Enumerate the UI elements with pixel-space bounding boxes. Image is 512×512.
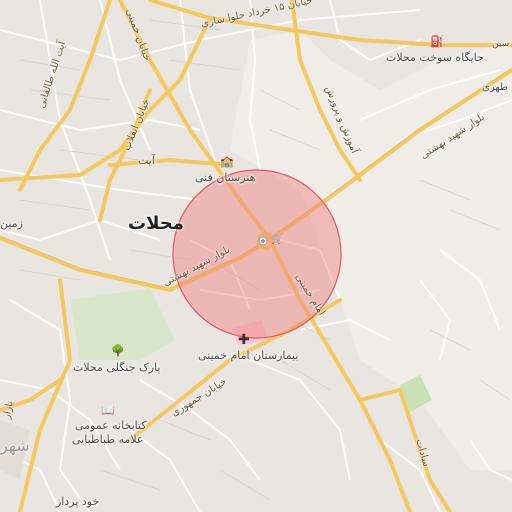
shahr-fragment: شهر — [0, 436, 30, 455]
shop-icon[interactable]: 🛒 — [271, 234, 283, 246]
sin-fragment: سین — [492, 39, 510, 49]
khod-pardaz-label[interactable]: خود پرداز — [56, 496, 99, 508]
city-label: محلات — [128, 213, 184, 234]
school-icon[interactable]: 🏫 — [220, 156, 234, 168]
hospital-label[interactable]: بیمارستان امام خمینی — [198, 350, 298, 362]
park-label[interactable]: پارک جنگلی محلات — [73, 362, 160, 374]
gas-station-label[interactable]: جایگاه سوخت محلات — [386, 52, 484, 64]
library-label-line2[interactable]: علامه طباطبایی — [72, 434, 144, 446]
library-icon[interactable]: 📖 — [101, 405, 115, 417]
library-label-line1[interactable]: کتابخانه عمومی — [75, 420, 147, 432]
hospital-icon[interactable]: ✚ — [238, 333, 250, 347]
park-tree-icon[interactable]: 🌳 — [111, 345, 125, 357]
ayat-label: آیت — [138, 154, 155, 167]
tahi-fragment: طهری — [482, 82, 508, 93]
zamin-label: زمین — [0, 217, 23, 230]
gas-station-icon[interactable]: ⛽ — [430, 36, 444, 48]
hoonarestan-label[interactable]: هنرستان فنی — [195, 172, 255, 184]
map-view[interactable]: محلات ⛽ جایگاه سوخت محلات 🏫 هنرستان فنی … — [0, 0, 512, 512]
